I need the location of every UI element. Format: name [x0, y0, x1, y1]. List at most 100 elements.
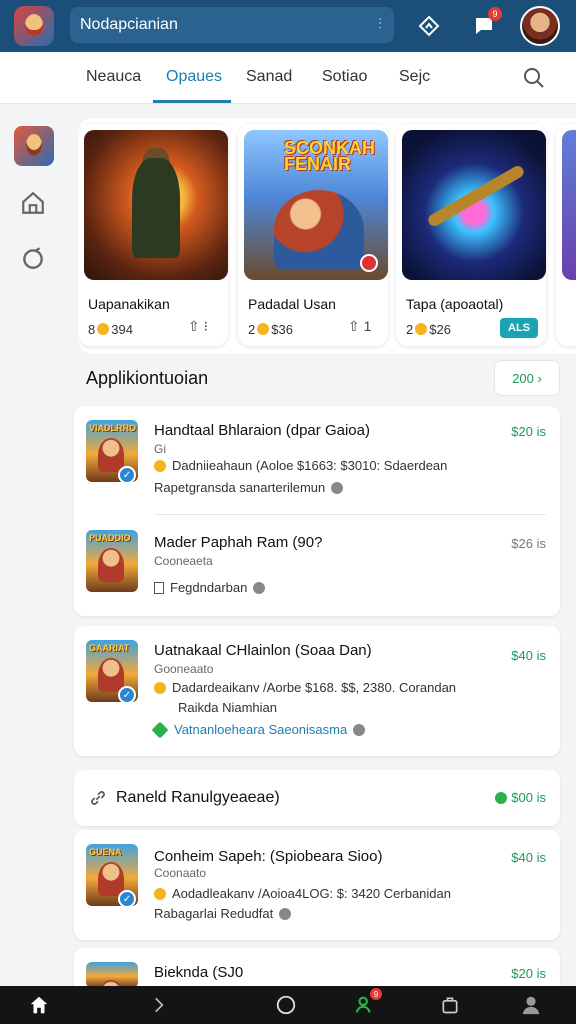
friends-badge: 9	[370, 988, 382, 1000]
coin-icon	[97, 323, 110, 335]
section-title: Applikiontuoian	[86, 368, 209, 388]
store-icon[interactable]	[437, 992, 463, 1018]
featured-card[interactable]: Uapanakikan 8 394 ⇧ ⁝	[78, 124, 228, 346]
related-price: $00 is	[495, 790, 546, 805]
chat-badge: 9	[488, 7, 502, 21]
search-input[interactable]: Nodapcianian ⫶	[70, 7, 394, 43]
friends-icon[interactable]: 9	[352, 988, 382, 1018]
app-logo[interactable]	[14, 6, 54, 46]
list-item[interactable]: PUADDIO Mader Paphah Ram (90? Cooneaeta …	[74, 514, 560, 616]
app-subtitle: Gi	[154, 442, 166, 456]
app-list-card: Bieknda (SJ0 $20 is	[74, 948, 560, 988]
tab-bar: Neauca Opaues Sanad Sotiao Sejc	[0, 52, 576, 104]
app-subtitle: Coonaato	[154, 866, 207, 880]
tab-1[interactable]: Neauca	[86, 68, 141, 86]
app-title: Bieknda (SJ0	[154, 964, 244, 981]
featured-card-price: 8 394	[88, 322, 133, 337]
tag-icon	[151, 721, 169, 739]
app-subtitle: Cooneaeta	[154, 554, 213, 568]
shield-icon	[353, 724, 366, 736]
app-title: Handtaal Bhlaraion (dpar Gaioa)	[154, 422, 370, 439]
app-meta: Aodadleakanv /Aoioa4LOG: $: 3420 Cerbani…	[154, 886, 451, 901]
featured-card-art	[84, 130, 228, 280]
app-developer: Rapetgransda sanarterilemun	[154, 480, 344, 495]
chat-icon[interactable]: 9	[468, 7, 502, 42]
voice-icon[interactable]: ⫶	[378, 16, 382, 33]
verified-icon: ✓	[118, 686, 136, 704]
related-title: Raneld Ranulgyeaeae)	[116, 789, 280, 806]
featured-card-price: 2 $36	[248, 322, 293, 337]
app-price[interactable]: $40 is	[511, 850, 546, 865]
tab-3[interactable]: Sanad	[246, 68, 292, 86]
home-icon[interactable]	[20, 190, 46, 216]
app-price[interactable]: $20 is	[511, 966, 546, 981]
forward-icon[interactable]	[146, 992, 172, 1018]
shield-icon	[279, 908, 292, 920]
app-developer: Fegdndarban	[154, 580, 266, 595]
art-badge	[360, 254, 378, 272]
discover-icon[interactable]	[20, 245, 46, 271]
search-input-text: Nodapcianian	[80, 16, 178, 33]
featured-card-price: 2 $26	[406, 322, 451, 337]
app-meta: Dadardeaikanv /Aorbe $168. $$, 2380. Cor…	[154, 680, 456, 695]
coin-icon	[257, 323, 270, 335]
featured-card-art: SCONKAH FENAIR	[244, 130, 388, 280]
tab-5[interactable]: Sejc	[399, 68, 430, 86]
app-list-card: GUENA ✓ Conheim Sapeh: (Spiobeara Sioo) …	[74, 830, 560, 940]
app-title: Mader Paphah Ram (90?	[154, 534, 323, 551]
app-thumbnail: PUADDIO	[86, 530, 138, 592]
link-icon	[91, 791, 105, 805]
shield-icon	[331, 482, 344, 494]
app-developer-link[interactable]: Vatnanloeheara Saeonisasma	[151, 721, 366, 739]
bottom-nav: 9	[0, 986, 576, 1024]
app-price[interactable]: $26 is	[511, 536, 546, 551]
app-price[interactable]: $20 is	[511, 424, 546, 439]
app-developer: Rabagarlai Redudfat	[154, 906, 292, 921]
share-icon[interactable]	[413, 10, 445, 42]
featured-card-button[interactable]: ALS	[500, 318, 538, 338]
app-price[interactable]: $40 is	[511, 648, 546, 663]
featured-card[interactable]: Tapa (apoaotal) 2 $26 ALS	[396, 124, 546, 346]
list-item[interactable]: Bieknda (SJ0 $20 is	[74, 948, 560, 988]
tab-2-active[interactable]: Opaues	[166, 68, 222, 86]
shield-icon	[253, 582, 266, 594]
rail-game-avatar[interactable]	[14, 126, 54, 166]
app-meta: Dadniieahaun (Aoloe $1663: $3010: Sdaerd…	[154, 458, 447, 473]
app-subtitle: Gooneaato	[154, 662, 214, 676]
app-meta-line2: Raikda Niamhian	[178, 700, 277, 715]
featured-card-title: Padadal Usan	[248, 296, 336, 312]
profile-icon[interactable]	[518, 992, 544, 1018]
profile-avatar[interactable]	[520, 6, 560, 46]
featured-card-title: Tapa (apoaotal)	[406, 296, 504, 312]
verified-icon: ✓	[118, 890, 136, 908]
featured-card-art	[402, 130, 546, 280]
app-title: Uatnakaal CHlainlon (Soaa Dan)	[154, 642, 372, 659]
featured-carousel: Uapanakikan 8 394 ⇧ ⁝ SCONKAH FENAIR Pada…	[78, 118, 576, 354]
list-item[interactable]: GAARIAT ✓ Uatnakaal CHlainlon (Soaa Dan)…	[74, 626, 560, 756]
tab-4[interactable]: Sotiao	[322, 68, 367, 86]
featured-card-action[interactable]: ⇧ 1	[348, 318, 371, 335]
coin-icon	[154, 460, 166, 472]
coin-icon	[154, 682, 166, 694]
game-logo: SCONKAH FENAIR	[284, 138, 376, 174]
app-thumbnail	[86, 962, 138, 988]
tab-indicator	[153, 100, 231, 103]
top-bar: Nodapcianian ⫶ 9	[0, 0, 576, 52]
coin-icon	[154, 888, 166, 900]
home-icon[interactable]	[26, 992, 52, 1018]
coin-icon	[415, 323, 428, 335]
featured-card-title: Uapanakikan	[88, 296, 170, 312]
app-list-card: GAARIAT ✓ Uatnakaal CHlainlon (Soaa Dan)…	[74, 626, 560, 756]
list-item[interactable]: GUENA ✓ Conheim Sapeh: (Spiobeara Sioo) …	[74, 830, 560, 940]
search-icon[interactable]	[522, 66, 546, 90]
list-item[interactable]: VIADLRRO ✓ Handtaal Bhlaraion (dpar Gaio…	[74, 406, 560, 514]
featured-card-action[interactable]: ⇧ ⁝	[188, 318, 208, 335]
app-title: Conheim Sapeh: (Spiobeara Sioo)	[154, 848, 383, 865]
verified-icon: ✓	[118, 466, 136, 484]
related-header[interactable]: Raneld Ranulgyeaeae) $00 is	[74, 770, 560, 826]
featured-card[interactable]: SCONKAH FENAIR Padadal Usan 2 $36 ⇧ 1	[238, 124, 388, 346]
featured-card-peek[interactable]	[556, 124, 576, 346]
see-all-button[interactable]: 200 ›	[494, 360, 560, 396]
circle-icon[interactable]	[273, 992, 299, 1018]
app-list-card: VIADLRRO ✓ Handtaal Bhlaraion (dpar Gaio…	[74, 406, 560, 616]
